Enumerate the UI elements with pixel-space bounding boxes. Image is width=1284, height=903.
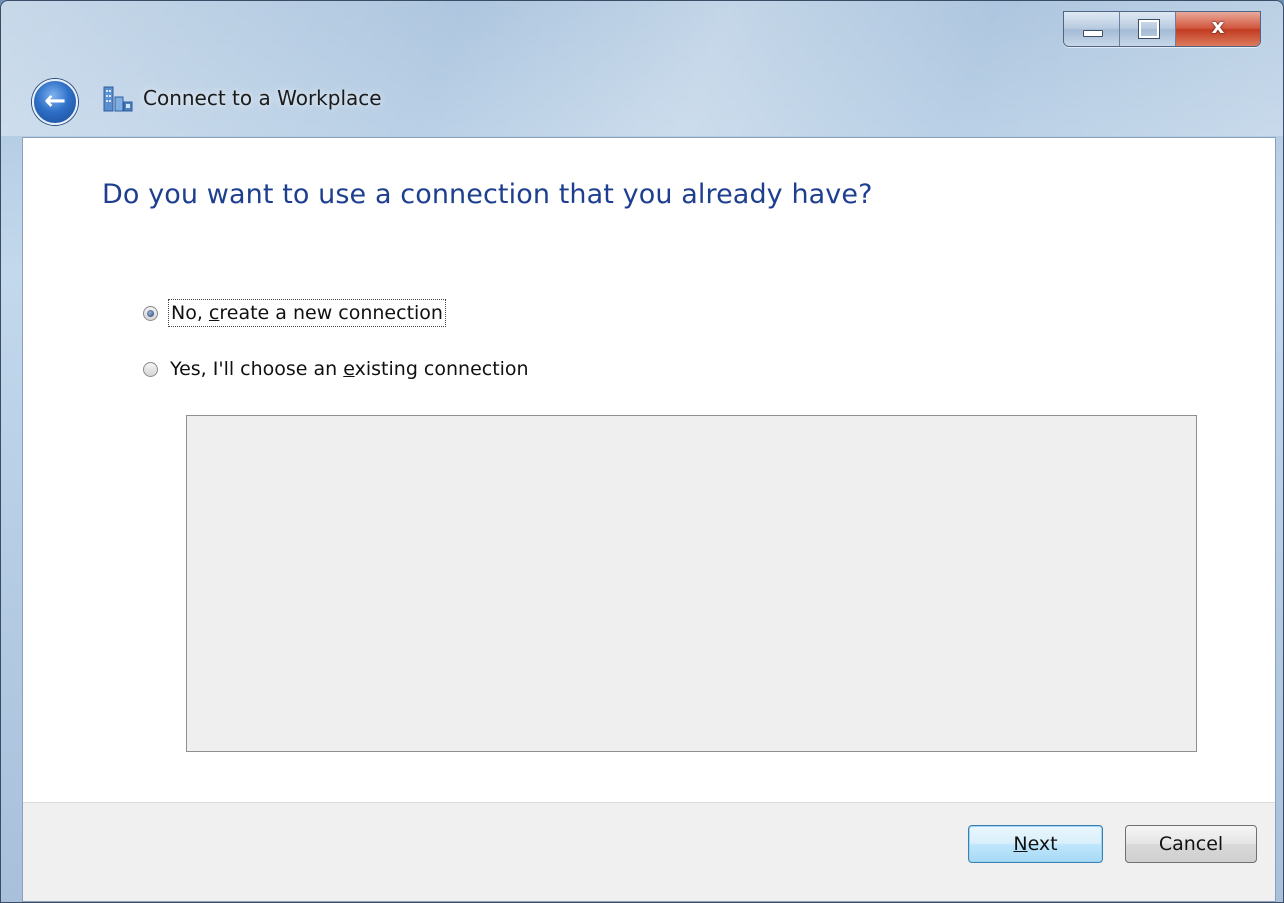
workplace-icon xyxy=(103,86,133,112)
option-existing-connection-label[interactable]: Yes, I'll choose an existing connection xyxy=(168,356,531,382)
page-heading: Do you want to use a connection that you… xyxy=(102,179,873,210)
maximize-button[interactable] xyxy=(1120,12,1176,46)
minimize-icon xyxy=(1083,30,1103,37)
caption-buttons: x xyxy=(1063,11,1261,47)
back-arrow-icon: ← xyxy=(44,86,66,116)
radio-existing-connection[interactable] xyxy=(143,361,158,377)
button-bar: Next Cancel xyxy=(23,802,1275,901)
wizard-window: x ← Connect to a Workplace Do you want t… xyxy=(0,0,1284,903)
maximize-icon xyxy=(1138,19,1160,39)
back-button[interactable]: ← xyxy=(32,79,78,125)
radio-new-connection[interactable] xyxy=(143,305,158,321)
close-icon: x xyxy=(1211,14,1225,38)
cancel-button[interactable]: Cancel xyxy=(1125,825,1257,863)
window-title: Connect to a Workplace xyxy=(143,86,382,110)
connections-listbox[interactable] xyxy=(186,415,1197,752)
minimize-button[interactable] xyxy=(1064,12,1120,46)
content-pane: Do you want to use a connection that you… xyxy=(22,137,1276,902)
option-existing-connection[interactable]: Yes, I'll choose an existing connection xyxy=(143,356,531,382)
option-new-connection-label[interactable]: No, create a new connection xyxy=(168,299,446,327)
next-button[interactable]: Next xyxy=(968,825,1103,863)
option-new-connection[interactable]: No, create a new connection xyxy=(143,299,446,327)
close-button[interactable]: x xyxy=(1176,12,1260,46)
